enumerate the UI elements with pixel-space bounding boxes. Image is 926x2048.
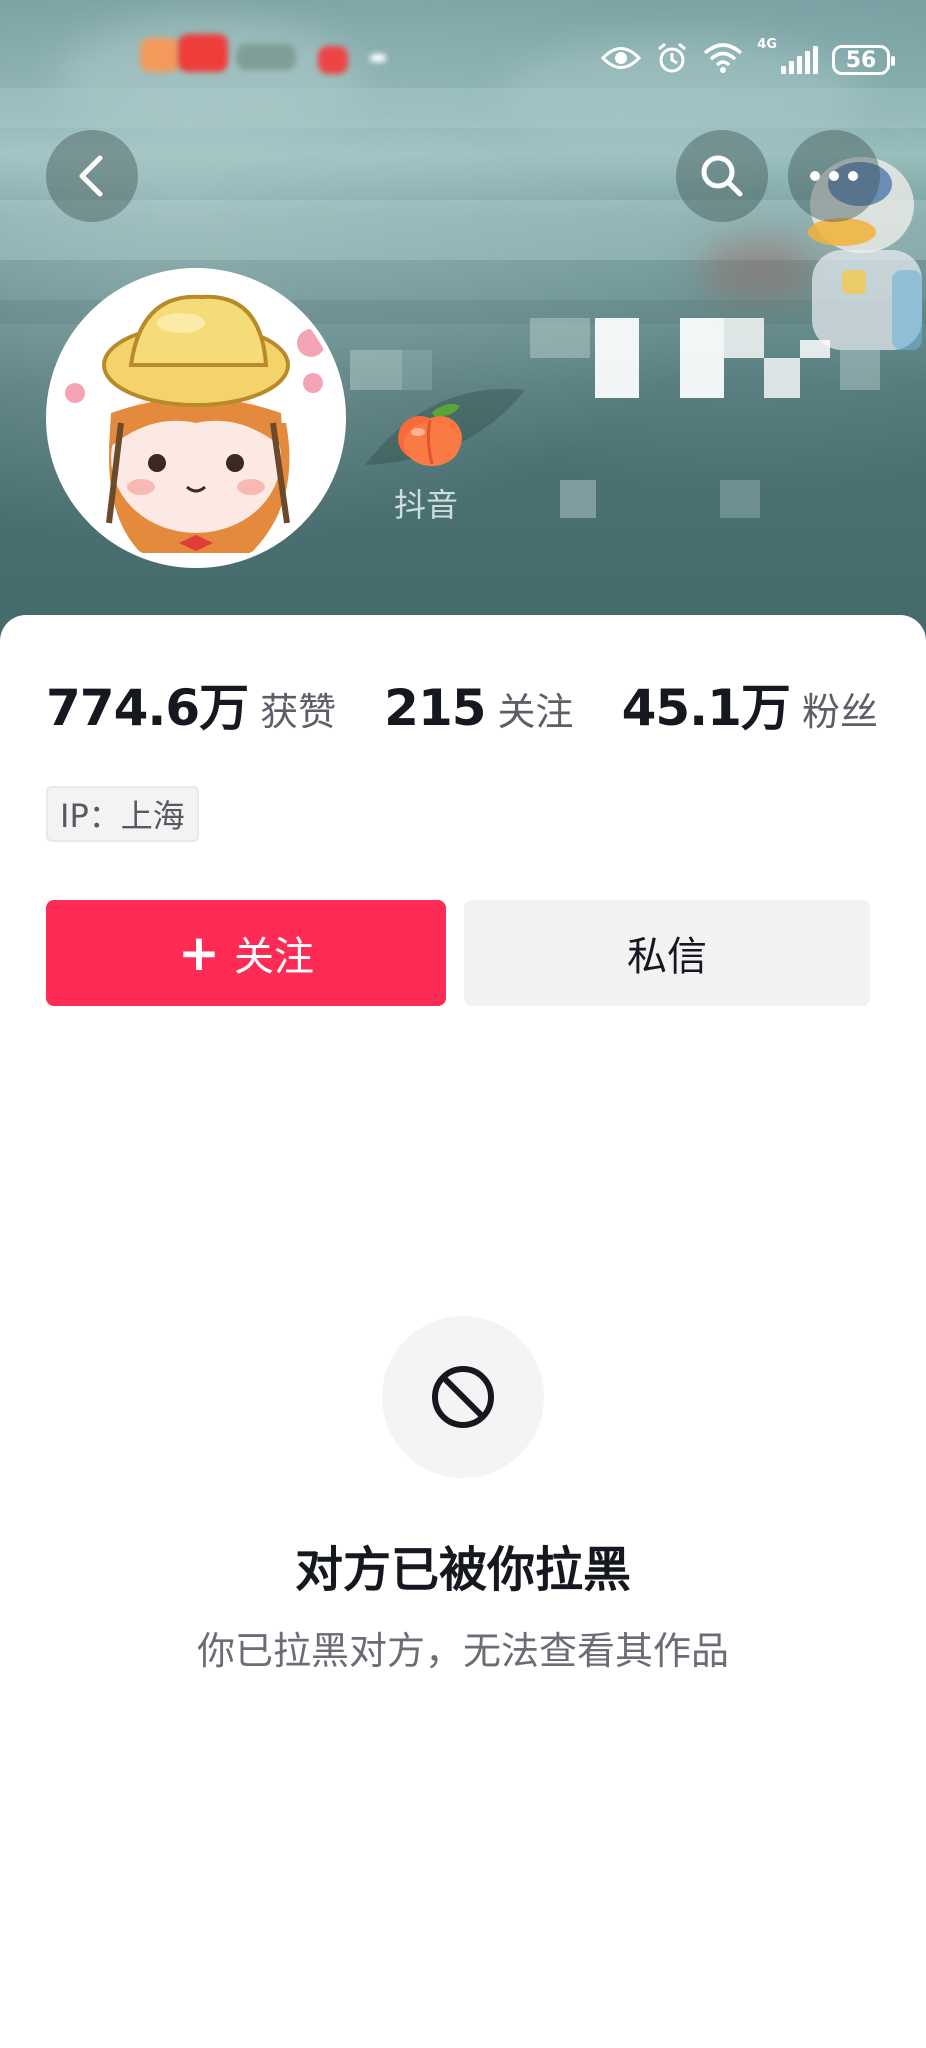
status-bar: 4G 56: [0, 0, 926, 120]
empty-state-icon: [382, 1316, 544, 1478]
alarm-icon: [655, 41, 689, 79]
stat-label: 获赞: [260, 690, 337, 734]
empty-state-description: 你已拉黑对方，无法查看其作品: [196, 1629, 729, 1673]
network-type: 4G: [757, 37, 777, 52]
back-icon: [79, 155, 103, 197]
back-button[interactable]: [46, 130, 138, 222]
empty-state-title: 对方已被你拉黑: [294, 1542, 631, 1598]
platform-label: 抖音: [394, 487, 459, 523]
stats-row: 774.6万 获赞 215 关注 45.1万 粉丝: [46, 668, 878, 737]
more-button[interactable]: [788, 130, 880, 222]
stat-label: 粉丝: [801, 690, 878, 734]
follow-button[interactable]: + 关注: [46, 900, 446, 1006]
search-icon: [701, 155, 743, 197]
block-icon: [432, 1366, 494, 1428]
follow-label: 关注: [233, 934, 314, 980]
eye-icon: [601, 45, 642, 75]
stat-label: 关注: [497, 690, 574, 734]
peach-icon: [398, 404, 462, 466]
signal-icon: [781, 46, 818, 74]
message-button[interactable]: 私信: [464, 900, 870, 1006]
search-button[interactable]: [676, 130, 768, 222]
status-notification-icons: [140, 38, 180, 72]
avatar-illustration: [51, 273, 341, 563]
stat-followers[interactable]: 45.1万 粉丝: [622, 668, 878, 740]
wifi-icon: [703, 43, 743, 77]
more-icon: [810, 171, 858, 181]
ip-location-tag: IP：上海: [46, 786, 199, 842]
battery-icon: 56: [832, 45, 895, 75]
stat-following[interactable]: 215 关注: [384, 679, 573, 737]
stat-value: 215: [384, 679, 486, 737]
stat-value: 774.6万: [46, 679, 249, 737]
battery-level: 56: [845, 47, 877, 73]
stat-value: 45.1万: [621, 679, 791, 737]
message-label: 私信: [627, 934, 707, 980]
stat-likes[interactable]: 774.6万 获赞: [46, 668, 336, 740]
avatar[interactable]: [46, 268, 346, 568]
plus-icon: +: [178, 924, 220, 982]
